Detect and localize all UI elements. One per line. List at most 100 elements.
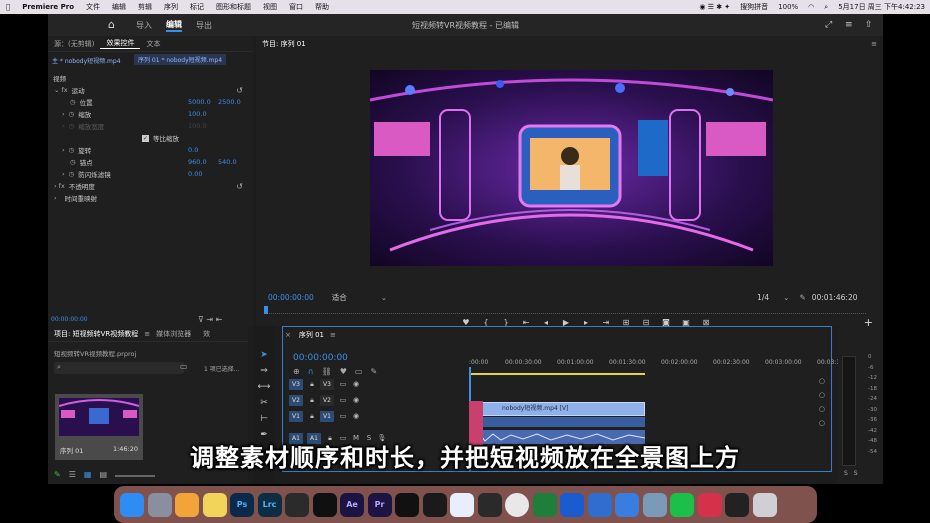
stopwatch-icon[interactable]: ◷ bbox=[70, 98, 76, 106]
app-menu[interactable]: Premiere Pro bbox=[16, 3, 80, 11]
menu-file[interactable]: 文件 bbox=[80, 2, 106, 12]
stopwatch-icon[interactable]: ◷ bbox=[69, 110, 75, 118]
dock-keynote-icon[interactable] bbox=[615, 492, 639, 517]
panel-menu-icon[interactable]: ≡ bbox=[865, 40, 883, 48]
lock-icon[interactable]: 🔒︎ bbox=[307, 396, 317, 405]
dock-photos-icon[interactable] bbox=[175, 492, 199, 517]
ime-indicator[interactable]: 搜狗拼音 bbox=[735, 2, 773, 12]
captions-icon[interactable]: ▭ bbox=[355, 367, 363, 376]
chevron-right-icon[interactable]: › bbox=[54, 194, 57, 202]
track-target[interactable]: V3 bbox=[320, 378, 334, 390]
search-icon[interactable]: ⌕ bbox=[819, 3, 833, 12]
new-bin-icon[interactable]: ▭ bbox=[180, 362, 188, 371]
menu-clip[interactable]: 剪辑 bbox=[132, 2, 158, 12]
eye-icon[interactable]: ◉ bbox=[351, 412, 361, 420]
zoom-slider[interactable] bbox=[115, 475, 155, 477]
program-timecode[interactable]: 00:00:00:00 bbox=[268, 293, 314, 302]
wrench-icon[interactable]: ✎ bbox=[799, 293, 805, 302]
dock-premiere-icon[interactable]: Pr bbox=[367, 492, 392, 517]
stopwatch-icon[interactable]: ◷ bbox=[70, 158, 76, 166]
reset-icon[interactable]: ↺ bbox=[236, 182, 243, 191]
snap-icon[interactable]: ∩ bbox=[308, 367, 314, 376]
chevron-right-icon[interactable]: › bbox=[62, 170, 65, 178]
menu-window[interactable]: 窗口 bbox=[283, 2, 309, 12]
stopwatch-icon[interactable]: ◷ bbox=[69, 146, 75, 154]
dock-finder-icon[interactable] bbox=[120, 492, 144, 517]
playhead[interactable] bbox=[264, 306, 268, 314]
chevron-down-icon[interactable]: ⌄ bbox=[783, 293, 789, 302]
video-clip[interactable]: nobody短视频.mp4 [V] bbox=[471, 402, 645, 416]
insert-icon[interactable]: ⊕ bbox=[293, 367, 300, 376]
menu-view[interactable]: 视图 bbox=[257, 2, 283, 12]
linked-selection-icon[interactable]: ⛓ bbox=[322, 367, 332, 376]
apple-icon[interactable]:  bbox=[0, 3, 16, 11]
dock-launchpad-icon[interactable] bbox=[147, 492, 172, 517]
dock-notes-icon[interactable] bbox=[202, 492, 227, 517]
video-clip-v1[interactable] bbox=[471, 417, 645, 427]
eye-icon[interactable]: ◉ bbox=[351, 396, 361, 404]
anchor-y[interactable]: 540.0 bbox=[218, 158, 237, 166]
wifi-icon[interactable]: ◠ bbox=[803, 3, 819, 11]
sequence-clip-label[interactable]: 序列 01 * nobody短视频.mp4 bbox=[134, 54, 227, 65]
filter-icon[interactable]: ⊽ ⇥ ⇤ bbox=[198, 315, 222, 324]
quick-export-icon[interactable]: ≡ bbox=[845, 20, 857, 30]
dock-player-icon[interactable] bbox=[560, 492, 584, 517]
sync-icon[interactable]: ▭ bbox=[338, 412, 348, 420]
time-remap-effect[interactable]: 时间重映射 bbox=[65, 193, 98, 203]
quality-select[interactable]: 1/4 bbox=[757, 293, 769, 302]
chevron-down-icon[interactable]: ⌄ bbox=[381, 293, 387, 302]
selection-tool-icon[interactable]: ➤ bbox=[260, 350, 268, 360]
dock-lightroom-icon[interactable]: Lrc bbox=[257, 492, 282, 517]
dock-chrome-icon[interactable] bbox=[505, 492, 529, 517]
dock-ae-icon[interactable] bbox=[312, 492, 337, 517]
tab-media-browser[interactable]: 媒体浏览器 bbox=[150, 329, 197, 339]
expand-icon[interactable]: ⌄ fx bbox=[54, 86, 68, 94]
dock-terminal-green-icon[interactable] bbox=[532, 492, 557, 517]
panel-menu-icon[interactable]: ≡ bbox=[330, 331, 336, 339]
lock-icon[interactable]: 🔒︎ bbox=[307, 412, 317, 421]
menu-help[interactable]: 帮助 bbox=[309, 2, 335, 12]
dock-quicktime-icon[interactable] bbox=[587, 492, 612, 517]
dock-after-effects-icon[interactable]: Ae bbox=[340, 492, 364, 517]
stopwatch-icon[interactable]: ◷ bbox=[69, 170, 75, 178]
tab-source[interactable]: 源：(无剪辑) bbox=[48, 39, 100, 49]
dock-preview-icon[interactable] bbox=[642, 492, 667, 517]
dock-terminal-icon[interactable] bbox=[725, 492, 749, 517]
scroll-handle[interactable]: ○ bbox=[819, 419, 825, 427]
scroll-handle[interactable]: ○ bbox=[819, 405, 825, 413]
chevron-right-icon[interactable]: › fx bbox=[54, 182, 65, 190]
track-select-icon[interactable]: ⇒ bbox=[260, 366, 268, 376]
home-icon[interactable]: ⌂ bbox=[108, 19, 122, 31]
lock-icon[interactable]: 🔒︎ bbox=[307, 380, 317, 389]
nav-export[interactable]: 导出 bbox=[196, 20, 212, 31]
track-label[interactable]: V1 bbox=[289, 410, 303, 422]
dock-xmind-icon[interactable] bbox=[697, 492, 722, 517]
reset-icon[interactable]: ↺ bbox=[236, 86, 243, 95]
battery-percent[interactable]: 100% bbox=[773, 3, 803, 11]
chevron-right-icon[interactable]: › bbox=[62, 146, 65, 154]
effect-timecode[interactable]: 00:00:00:00 bbox=[51, 316, 88, 323]
dock-final-cut-icon[interactable] bbox=[285, 492, 309, 517]
program-title[interactable]: 节目: 序列 01 bbox=[256, 39, 312, 49]
track-target[interactable]: V1 bbox=[320, 410, 334, 422]
dock-photoshop-icon[interactable]: Ps bbox=[230, 492, 254, 517]
position-x[interactable]: 5000.0 bbox=[188, 98, 211, 106]
close-icon[interactable]: × bbox=[283, 331, 293, 339]
track-label[interactable]: V2 bbox=[289, 394, 303, 406]
tab-project[interactable]: 项目: 短视频转VR视频教程 bbox=[48, 329, 144, 339]
tab-text[interactable]: 文本 bbox=[140, 39, 166, 49]
timeline-timecode[interactable]: 00:00:00:00 bbox=[293, 353, 348, 363]
track-target[interactable]: V2 bbox=[320, 394, 334, 406]
flicker-value[interactable]: 0.00 bbox=[188, 170, 202, 178]
video-preview[interactable] bbox=[370, 70, 773, 266]
tab-effects[interactable]: 效 bbox=[197, 329, 216, 339]
anchor-x[interactable]: 960.0 bbox=[188, 158, 207, 166]
scroll-handle[interactable]: ○ bbox=[819, 391, 825, 399]
rotation-value[interactable]: 0.0 bbox=[188, 146, 198, 154]
scroll-handle[interactable]: ○ bbox=[819, 377, 825, 385]
timeline-tab[interactable]: 序列 01 bbox=[293, 330, 330, 340]
nav-edit[interactable]: 编辑 bbox=[166, 19, 182, 32]
tab-effect-controls[interactable]: 效果控件 bbox=[100, 38, 141, 49]
chevron-right-icon[interactable]: › bbox=[62, 110, 65, 118]
uniform-scale-checkbox[interactable]: ✓ bbox=[142, 134, 149, 142]
